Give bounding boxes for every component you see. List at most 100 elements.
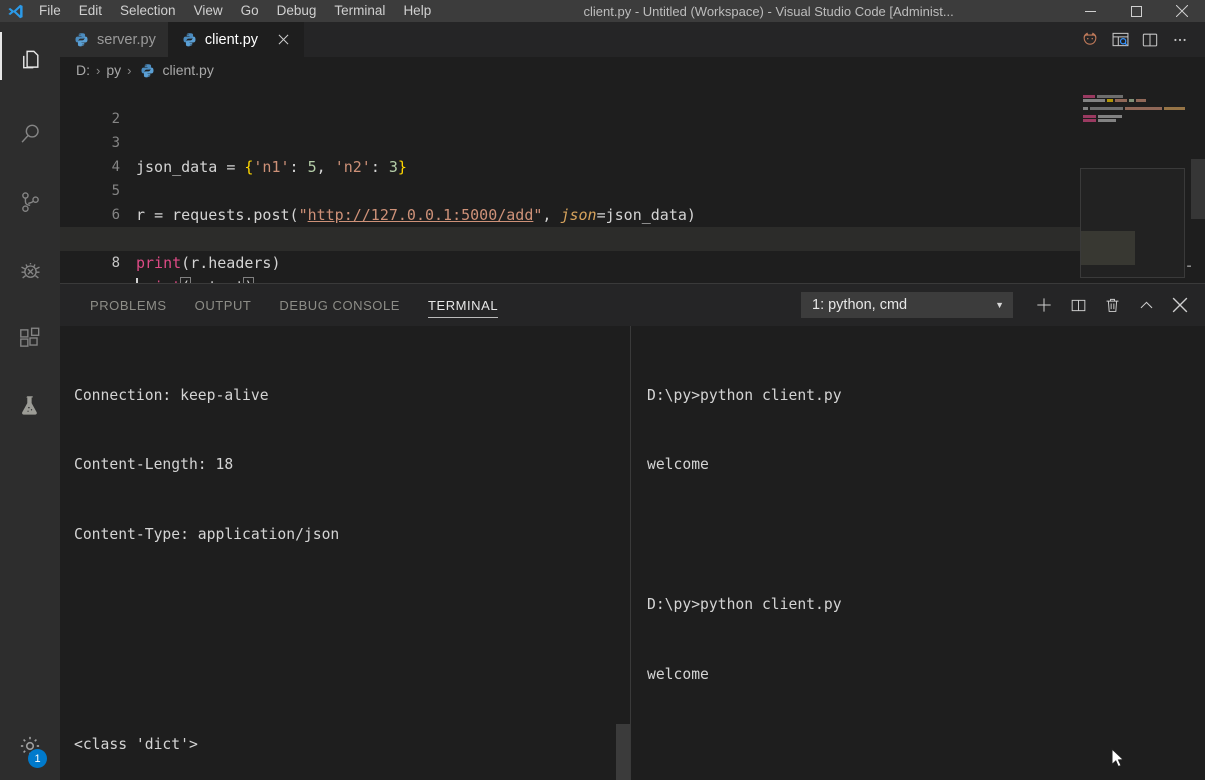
code-line: 5 r = requests.post("http://127.0.0.1:50… [60, 155, 1080, 224]
breadcrumb-part-file[interactable]: client.py [162, 62, 213, 78]
terminal-line: welcome [647, 666, 709, 684]
minimize-button[interactable] [1067, 0, 1113, 22]
code-line: 2 [60, 83, 1080, 127]
new-terminal-button[interactable] [1027, 284, 1061, 326]
kill-terminal-button[interactable] [1095, 284, 1129, 326]
debug-icon [17, 257, 44, 284]
panel-actions: 1: python, cmd ▼ [801, 284, 1205, 326]
menu-file[interactable]: File [30, 0, 70, 22]
terminal-pane-right[interactable]: D:\py>python client.py welcome D:\py>pyt… [631, 326, 1205, 780]
source-control-icon [17, 189, 44, 216]
tab-close-icon[interactable] [274, 31, 292, 49]
code-line: 7 print(r.headers) [60, 203, 1080, 272]
minimap-line [1080, 95, 1185, 98]
code-editor[interactable]: 2 3 json_data = {'n1': 5, 'n2': 3} 4 5 r… [60, 83, 1205, 283]
code-line: 3 json_data = {'n1': 5, 'n2': 3} [60, 107, 1080, 176]
split-terminal-button[interactable] [1061, 284, 1095, 326]
title-bar: File Edit Selection View Go Debug Termin… [0, 0, 1205, 22]
tab-bar-spacer [304, 22, 1075, 57]
owl-icon[interactable] [1075, 22, 1105, 57]
terminal-line: <class 'dict'> [74, 736, 198, 754]
terminal-line: D:\py>python client.py [647, 386, 842, 404]
tab-label: client.py [204, 31, 259, 48]
line-content: print(r.text) [136, 275, 255, 283]
tab-label: server.py [97, 31, 156, 48]
menu-terminal[interactable]: Terminal [325, 0, 394, 22]
close-panel-button[interactable] [1163, 284, 1197, 326]
chevron-down-icon: ▼ [995, 300, 1004, 310]
menu-view[interactable]: View [185, 0, 232, 22]
menu-edit[interactable]: Edit [70, 0, 111, 22]
close-button[interactable] [1159, 0, 1205, 22]
tab-server-py[interactable]: server.py [60, 22, 168, 57]
files-icon [17, 48, 44, 75]
editor-actions [1075, 22, 1205, 57]
terminal-line: D:\py>python client.py [647, 596, 842, 614]
python-icon [75, 33, 88, 47]
minimap-line [1080, 119, 1185, 122]
code-lines[interactable]: 2 3 json_data = {'n1': 5, 'n2': 3} 4 5 r… [60, 83, 1080, 283]
tab-problems[interactable]: PROBLEMS [76, 284, 181, 326]
sidebar-item-extensions[interactable] [0, 304, 60, 372]
chevron-right-icon: › [96, 62, 101, 78]
split-editor-icon[interactable] [1135, 22, 1165, 57]
sidebar-item-search[interactable] [0, 100, 60, 168]
maximize-panel-button[interactable] [1129, 284, 1163, 326]
terminal-line: Connection: keep-alive [74, 386, 269, 404]
menu-help[interactable]: Help [394, 0, 440, 22]
breadcrumb-part-drive[interactable]: D: [76, 62, 90, 78]
sidebar-item-source-control[interactable] [0, 168, 60, 236]
terminal-scrollbar[interactable] [616, 326, 630, 780]
beaker-icon [17, 393, 43, 419]
vscode-logo-icon [0, 0, 30, 22]
minimap-line [1080, 99, 1185, 102]
extensions-icon [17, 325, 43, 351]
editor-scrollbar-thumb[interactable] [1191, 159, 1205, 219]
preview-search-icon[interactable] [1105, 22, 1135, 57]
terminal-line: Content-Type: application/json [74, 526, 340, 544]
editor-scrollbar[interactable] [1191, 83, 1205, 283]
menu-debug[interactable]: Debug [268, 0, 326, 22]
menu-selection[interactable]: Selection [111, 0, 185, 22]
panel-header: PROBLEMS OUTPUT DEBUG CONSOLE TERMINAL 1… [60, 284, 1205, 326]
breadcrumb: D: › py › client.py [60, 57, 1205, 83]
code-line-current: 8 print(r.text) [60, 227, 1080, 283]
terminal-container: Connection: keep-alive Content-Length: 1… [60, 326, 1205, 780]
ellipsis-icon[interactable] [1165, 22, 1195, 57]
minimap-line [1080, 107, 1185, 110]
menu-go[interactable]: Go [232, 0, 268, 22]
line-content: print(r.headers) [136, 254, 281, 272]
terminal-selector[interactable]: 1: python, cmd ▼ [801, 292, 1013, 318]
sidebar-item-testing[interactable] [0, 372, 60, 440]
code-line: 4 [60, 131, 1080, 175]
breadcrumb-part-folder[interactable]: py [106, 62, 121, 78]
terminal-line: welcome [647, 456, 709, 474]
python-icon [183, 33, 196, 47]
settings-badge: 1 [28, 749, 47, 768]
minimap-slider[interactable] [1080, 168, 1185, 278]
window-title: client.py - Untitled (Workspace) - Visua… [583, 3, 954, 19]
minimap-line [1080, 103, 1185, 106]
tab-output[interactable]: OUTPUT [181, 284, 266, 326]
terminal-scrollbar-thumb[interactable] [616, 724, 630, 780]
tab-client-py[interactable]: client.py [167, 22, 305, 57]
sidebar-item-explorer[interactable] [0, 22, 60, 100]
search-icon [17, 121, 44, 148]
terminal-pane-left[interactable]: Connection: keep-alive Content-Length: 1… [60, 326, 630, 780]
tab-debug-console[interactable]: DEBUG CONSOLE [265, 284, 414, 326]
terminal-line: Content-Length: 18 [74, 456, 234, 474]
python-icon [141, 63, 154, 77]
minimap-line [1080, 115, 1185, 118]
minimap-line [1080, 111, 1185, 114]
manage-settings-button[interactable]: 1 [0, 718, 60, 774]
code-line: 6 [60, 179, 1080, 223]
sidebar-item-debug[interactable] [0, 236, 60, 304]
tab-terminal[interactable]: TERMINAL [414, 284, 512, 326]
terminal-selector-value: 1: python, cmd [812, 297, 908, 313]
activity-bar: 1 [0, 22, 60, 780]
maximize-button[interactable] [1113, 0, 1159, 22]
